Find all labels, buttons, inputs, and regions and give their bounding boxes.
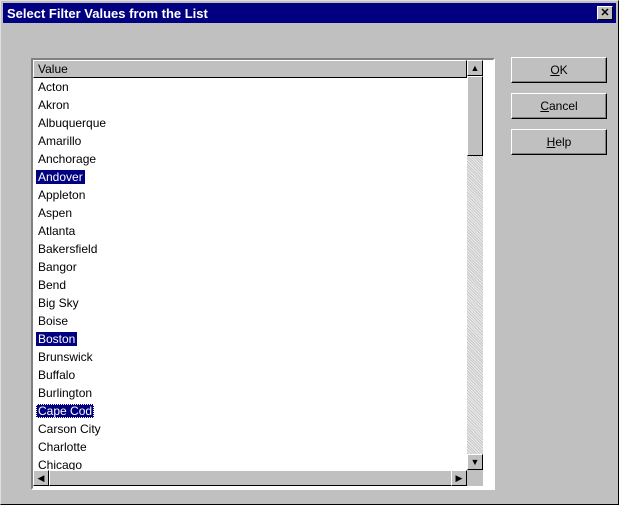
scrollbar-corner: [467, 470, 483, 486]
list-item-label: Appleton: [38, 188, 86, 202]
list-item-label: Bakersfield: [38, 242, 98, 256]
arrow-up-icon: ▲: [470, 63, 480, 73]
list-item-label: Aspen: [38, 206, 73, 220]
list-item-label: Charlotte: [38, 440, 87, 454]
list-item[interactable]: Bend: [33, 276, 467, 294]
list-item-label: Cape Cod: [36, 404, 95, 418]
column-header-value[interactable]: Value: [33, 60, 467, 78]
list-item[interactable]: Buffalo: [33, 366, 467, 384]
list-item[interactable]: Bakersfield: [33, 240, 467, 258]
list-item[interactable]: Akron: [33, 96, 467, 114]
list-item[interactable]: Burlington: [33, 384, 467, 402]
cancel-button[interactable]: Cancel: [511, 93, 607, 119]
list-item-label: Amarillo: [38, 134, 82, 148]
list-item-label: Acton: [38, 80, 69, 94]
list-item-label: Buffalo: [38, 368, 76, 382]
close-button[interactable]: ✕: [597, 6, 613, 20]
list-item-label: Chicago: [38, 458, 83, 470]
list-item-label: Albuquerque: [38, 116, 107, 130]
window-title: Select Filter Values from the List: [7, 6, 208, 21]
list-item-label: Bend: [38, 278, 67, 292]
list-item[interactable]: Acton: [33, 78, 467, 96]
list-item[interactable]: Boston: [33, 330, 467, 348]
list-item[interactable]: Big Sky: [33, 294, 467, 312]
vertical-scrollbar[interactable]: ▲ ▼: [467, 60, 483, 470]
list-item-label: Carson City: [38, 422, 101, 436]
list-item[interactable]: Carson City: [33, 420, 467, 438]
list-item[interactable]: Chicago: [33, 456, 467, 470]
cancel-mnemonic: C: [540, 99, 549, 113]
horizontal-scroll-thumb[interactable]: [49, 470, 453, 486]
list-item-label: Bangor: [38, 260, 77, 274]
scroll-left-button[interactable]: ◀: [33, 470, 49, 486]
list-item[interactable]: Atlanta: [33, 222, 467, 240]
cancel-label-rest: ancel: [548, 99, 578, 113]
list-item-label: Boise: [38, 314, 69, 328]
list-item[interactable]: Anchorage: [33, 150, 467, 168]
horizontal-scrollbar[interactable]: ◀ ▶: [33, 470, 467, 486]
list-item-label: Brunswick: [38, 350, 93, 364]
list-item-label: Andover: [36, 170, 85, 184]
close-icon: ✕: [600, 7, 610, 19]
list-item[interactable]: Albuquerque: [33, 114, 467, 132]
list-item-label: Atlanta: [38, 224, 76, 238]
list-item-label: Burlington: [38, 386, 93, 400]
ok-mnemonic: O: [550, 63, 560, 77]
help-label-rest: elp: [555, 135, 572, 149]
list-item[interactable]: Andover: [33, 168, 467, 186]
vertical-scroll-thumb[interactable]: [467, 76, 483, 156]
list-item-label: Big Sky: [38, 296, 79, 310]
list-item[interactable]: Boise: [33, 312, 467, 330]
list-item[interactable]: Appleton: [33, 186, 467, 204]
list-item-label: Anchorage: [38, 152, 97, 166]
list-item-label: Akron: [38, 98, 70, 112]
list-item[interactable]: Charlotte: [33, 438, 467, 456]
arrow-down-icon: ▼: [470, 457, 480, 467]
list-item[interactable]: Cape Cod: [33, 402, 467, 420]
scroll-up-button[interactable]: ▲: [467, 60, 483, 76]
list-item[interactable]: Brunswick: [33, 348, 467, 366]
title-bar[interactable]: Select Filter Values from the List ✕: [3, 3, 616, 23]
ok-label-rest: K: [559, 63, 568, 77]
list-rows: Acton Akron Albuquerque Amarillo Anchorage An…: [33, 78, 467, 470]
arrow-right-icon: ▶: [455, 473, 463, 483]
ok-button[interactable]: OK: [511, 57, 607, 83]
list-item[interactable]: Bangor: [33, 258, 467, 276]
list-item[interactable]: Amarillo: [33, 132, 467, 150]
dialog-window: Select Filter Values from the List ✕ Val…: [0, 0, 619, 505]
help-button[interactable]: Help: [511, 129, 607, 155]
filter-values-listbox[interactable]: Value Acton Akron Albuquerque Amarillo Ancho…: [31, 58, 495, 490]
scroll-right-button[interactable]: ▶: [451, 470, 467, 486]
scroll-down-button[interactable]: ▼: [467, 454, 483, 470]
list-item-label: Boston: [36, 332, 78, 346]
arrow-left-icon: ◀: [37, 473, 45, 483]
list-item[interactable]: Aspen: [33, 204, 467, 222]
